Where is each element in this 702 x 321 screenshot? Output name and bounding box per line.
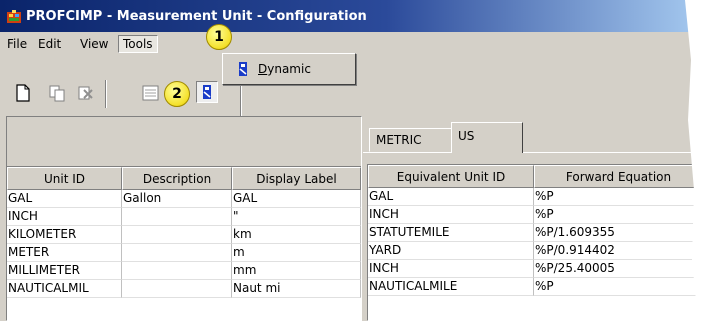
table-cell: "	[232, 208, 361, 226]
menu-view[interactable]: View	[80, 37, 108, 51]
dynamic-toolbar-button[interactable]	[196, 81, 218, 103]
tools-dropdown-menu: Dynamic	[222, 53, 356, 85]
title-bar[interactable]: PROFCIMP - Measurement Unit - Configurat…	[0, 0, 702, 32]
tab-baseline	[363, 152, 702, 153]
menu-edit[interactable]: Edit	[38, 37, 61, 51]
table-cell: %P	[534, 278, 702, 296]
torn-edge-decoration	[685, 0, 702, 321]
col-header-equivalent-unit-id[interactable]: Equivalent Unit ID	[368, 165, 534, 188]
application-window: PROFCIMP - Measurement Unit - Configurat…	[0, 0, 702, 321]
profcimp-app-icon	[7, 10, 21, 23]
menu-file[interactable]: File	[7, 37, 27, 51]
properties-icon[interactable]	[140, 82, 162, 104]
callout-2: 2	[164, 81, 190, 107]
new-icon[interactable]	[12, 82, 34, 104]
copy-icon[interactable]	[46, 82, 68, 104]
table-cell: %P/0.914402	[534, 242, 702, 260]
table-cell: INCH	[7, 208, 122, 226]
table-cell: Naut mi	[232, 280, 361, 298]
equivalent-units-panel: METRIC US Equivalent Unit ID Forward Equ…	[363, 116, 702, 321]
table-cell: YARD	[368, 242, 534, 260]
table-cell: %P/25.40005	[534, 260, 702, 278]
toolbar-separator	[105, 80, 107, 108]
dynamic-icon	[203, 85, 211, 99]
table-cell	[122, 262, 232, 280]
table-cell: INCH	[368, 260, 534, 278]
menu-item-dynamic-label: Dynamic	[258, 62, 311, 76]
table-cell: KILOMETER	[7, 226, 122, 244]
table-cell: METER	[7, 244, 122, 262]
table-cell	[122, 280, 232, 298]
table-cell: Gallon	[122, 190, 232, 208]
table-cell: GAL	[7, 190, 122, 208]
delete-icon[interactable]	[74, 82, 96, 104]
menu-item-dynamic[interactable]: Dynamic	[226, 58, 352, 80]
col-header-description[interactable]: Description	[122, 167, 232, 190]
equivalent-grid: Equivalent Unit ID Forward Equation GAL%…	[367, 164, 702, 321]
menu-tools[interactable]: Tools	[118, 35, 158, 53]
table-cell: STATUTEMILE	[368, 224, 534, 242]
table-cell	[122, 208, 232, 226]
tab-us[interactable]: US	[451, 122, 523, 153]
dynamic-icon	[239, 62, 247, 76]
callout-1: 1	[206, 24, 232, 50]
table-cell: km	[232, 226, 361, 244]
tab-metric[interactable]: METRIC	[369, 128, 453, 152]
unit-list-panel: Unit ID Description Display Label GAL Gal…	[6, 116, 362, 321]
col-header-unit-id[interactable]: Unit ID	[7, 167, 122, 190]
col-header-display-label[interactable]: Display Label	[232, 167, 361, 190]
table-cell: %P	[534, 206, 702, 224]
table-cell: NAUTICALMILE	[368, 278, 534, 296]
table-cell: mm	[232, 262, 361, 280]
tab-strip: METRIC US	[363, 116, 702, 156]
table-cell	[122, 226, 232, 244]
unit-grid: Unit ID Description Display Label GAL Gal…	[7, 167, 361, 321]
table-cell: %P	[534, 188, 702, 206]
table-cell	[122, 244, 232, 262]
col-header-forward-equation[interactable]: Forward Equation	[534, 165, 702, 188]
left-panel-header-area	[7, 117, 361, 167]
table-cell: %P/1.609355	[534, 224, 702, 242]
window-title: PROFCIMP - Measurement Unit - Configurat…	[26, 9, 367, 24]
table-cell: INCH	[368, 206, 534, 224]
table-cell: m	[232, 244, 361, 262]
table-cell: MILLIMETER	[7, 262, 122, 280]
table-cell: NAUTICALMIL	[7, 280, 122, 298]
table-cell: GAL	[232, 190, 361, 208]
table-cell: GAL	[368, 188, 534, 206]
